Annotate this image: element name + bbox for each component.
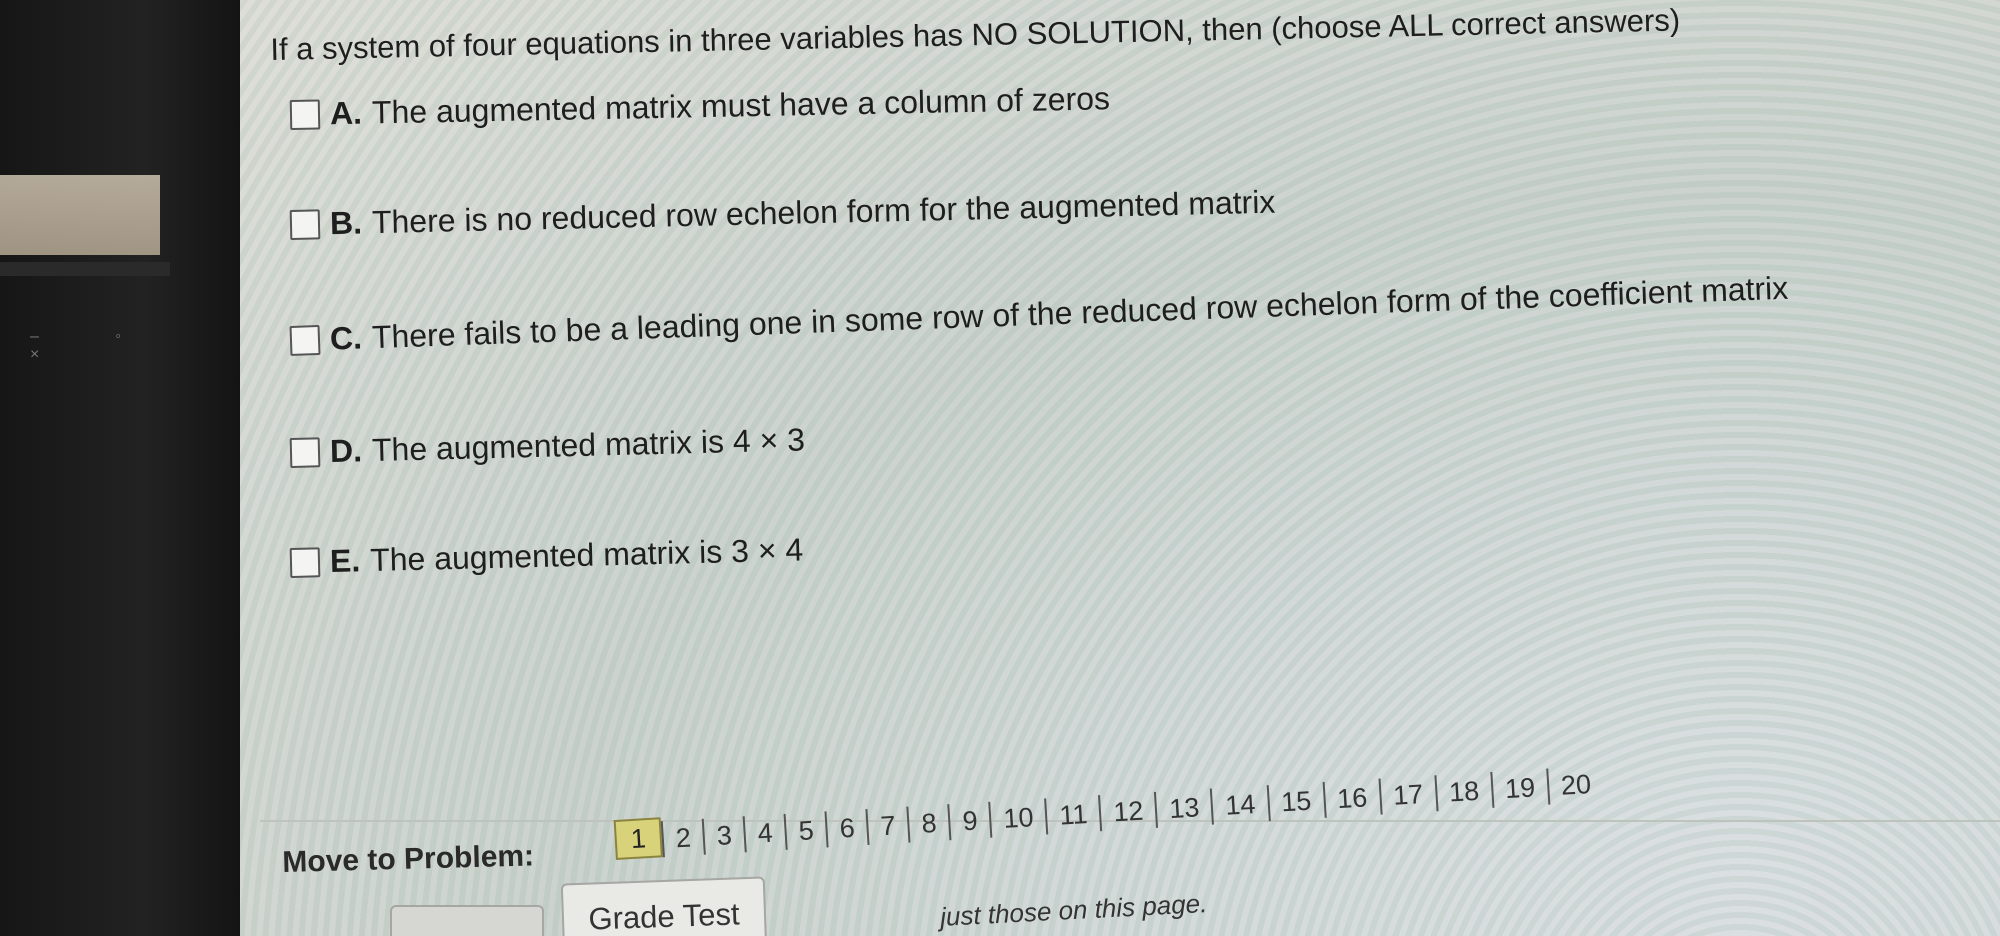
checkbox-icon[interactable] [289,98,321,130]
option-label: The augmented matrix is 3 × 4 [369,531,804,579]
page-link[interactable]: 8 [906,804,950,843]
page-link[interactable]: 4 [742,813,786,853]
option-label: The augmented matrix is 4 × 3 [371,421,806,468]
page-link[interactable]: 10 [988,798,1047,838]
option-letter: A. [329,94,363,132]
page-link[interactable]: 2 [660,818,704,858]
option-label: There fails to be a leading one in some … [371,269,1789,356]
option-letter: E. [329,542,361,580]
option-b[interactable]: B. There is no reduced row echelon form … [289,183,1276,243]
option-label: The augmented matrix must have a column … [371,80,1111,131]
page-link[interactable]: 20 [1545,765,1605,805]
question-prompt: If a system of four equations in three v… [270,2,1681,67]
bezel-edge [0,262,170,276]
option-a[interactable]: A. The augmented matrix must have a colu… [289,80,1111,133]
page-link[interactable]: 17 [1378,775,1437,815]
page-link[interactable]: 19 [1490,768,1549,808]
move-to-problem-label: Move to Problem: [282,839,535,879]
option-d[interactable]: D. The augmented matrix is 4 × 3 [289,421,806,471]
page-link[interactable]: 12 [1098,791,1157,832]
option-letter: C. [329,319,363,357]
option-letter: B. [329,204,363,242]
checkbox-icon[interactable] [289,436,321,468]
window-controls-icon: – ◦ × [30,328,158,363]
page-link[interactable]: 18 [1434,772,1493,812]
checkbox-icon[interactable] [289,208,321,240]
bezel-light-strip [0,175,160,255]
grade-test-button[interactable]: Grade Test [560,876,768,936]
option-label: There is no reduced row echelon form for… [371,183,1276,241]
checkbox-icon[interactable] [289,546,321,578]
page-link[interactable]: 3 [701,816,745,855]
option-e[interactable]: E. The augmented matrix is 3 × 4 [289,531,804,581]
option-letter: D. [329,432,363,470]
page-link[interactable]: 7 [865,806,909,846]
page-link[interactable]: 14 [1210,785,1269,825]
page-link[interactable]: 15 [1266,781,1325,822]
option-c[interactable]: C. There fails to be a leading one in so… [289,269,1789,359]
page-link[interactable]: 13 [1154,788,1213,828]
page-link[interactable]: 6 [824,809,868,848]
page-link-current[interactable]: 1 [613,817,663,860]
page-link[interactable]: 5 [783,811,827,850]
screen: If a system of four equations in three v… [240,0,2000,936]
monitor-bezel: – ◦ × [0,0,240,936]
checkbox-icon[interactable] [289,324,321,356]
page-link[interactable]: 11 [1044,795,1101,835]
page-link[interactable]: 16 [1322,778,1381,818]
page-link[interactable]: 9 [947,801,991,841]
partial-button[interactable] [390,905,544,936]
